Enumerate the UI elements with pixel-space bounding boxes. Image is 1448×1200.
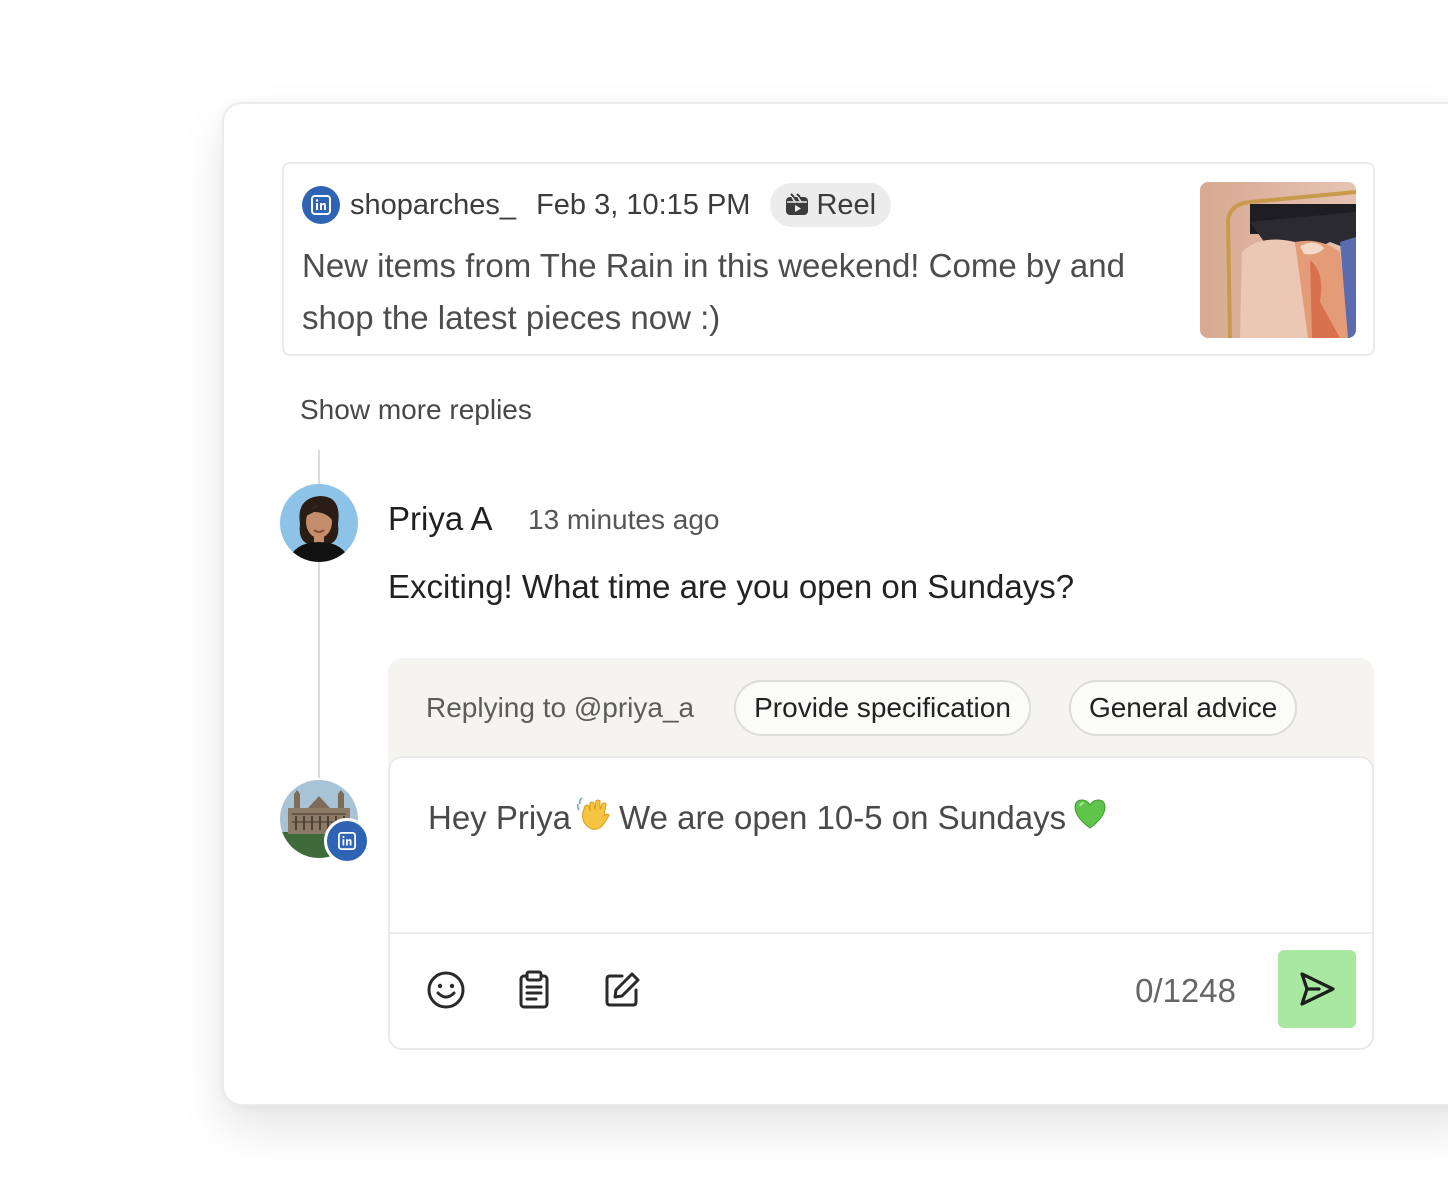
reel-icon [786, 193, 809, 215]
comment-text: Exciting! What time are you open on Sund… [388, 568, 1075, 605]
edit-icon[interactable] [602, 970, 642, 1010]
reply-panel: Replying to @priya_a Provide specificati… [388, 658, 1374, 1050]
reply-input[interactable]: Hey Priya We are open 10-5 on Sundays [428, 796, 1114, 840]
original-post[interactable]: shoparches_ Feb 3, 10:15 PM Reel New ite… [282, 162, 1375, 356]
post-author: shoparches_ [350, 188, 517, 221]
reply-composer[interactable]: Hey Priya We are open 10-5 on Sundays 0/… [388, 756, 1374, 1050]
waving-hand-icon [576, 796, 613, 840]
post-meta: shoparches_ Feb 3, 10:15 PM Reel [302, 182, 892, 228]
post-thumbnail[interactable] [1200, 182, 1356, 338]
reply-text-part2: We are open 10-5 on Sundays [619, 799, 1067, 836]
show-more-replies-link[interactable]: Show more replies [300, 394, 532, 426]
replying-to-label: Replying to @priya_a [426, 692, 695, 723]
suggestion-chip-provide-specification[interactable]: Provide specification [734, 680, 1031, 736]
commenter-avatar[interactable] [280, 484, 358, 562]
post-type-badge: Reel [770, 183, 892, 227]
commenter-name: Priya A [388, 500, 493, 537]
green-heart-icon [1072, 796, 1108, 840]
linkedin-icon [302, 186, 340, 224]
comment-card: shoparches_ Feb 3, 10:15 PM Reel New ite… [222, 102, 1448, 1106]
comment-timestamp: 13 minutes ago [528, 504, 720, 535]
post-text: New items from The Rain in this weekend!… [302, 247, 1125, 336]
linkedin-icon [324, 818, 370, 864]
composer-divider [390, 932, 1372, 934]
clipboard-icon[interactable] [514, 970, 554, 1010]
character-count: 0/1248 [1135, 972, 1236, 1009]
suggestion-chip-general-advice[interactable]: General advice [1068, 680, 1298, 736]
post-date: Feb 3, 10:15 PM [536, 188, 751, 221]
emoji-icon[interactable] [426, 970, 466, 1010]
post-type-label: Reel [816, 188, 877, 221]
reply-suggestions-bar: Replying to @priya_a Provide specificati… [426, 678, 1374, 738]
send-icon [1300, 972, 1335, 1006]
reply-text-part1: Hey Priya [428, 799, 572, 836]
send-button[interactable] [1278, 950, 1356, 1028]
